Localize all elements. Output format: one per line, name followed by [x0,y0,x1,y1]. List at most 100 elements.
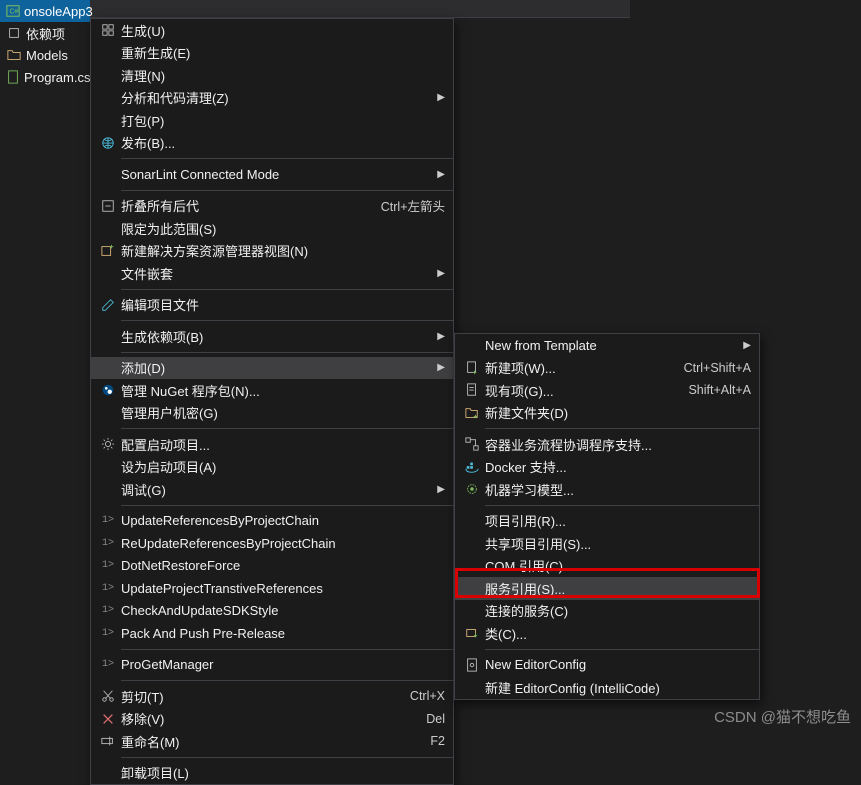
menu-item-label: 服务引用(S)... [485,579,751,598]
menu-item-label: 类(C)... [485,624,751,643]
menu-separator [121,680,453,681]
context-menu-item[interactable]: 1>UpdateProjectTranstiveReferences [91,577,453,600]
new-view-icon [95,244,121,258]
add-submenu-item[interactable]: 现有项(G)...Shift+Alt+A [455,379,759,402]
context-menu-item[interactable]: 1>Pack And Push Pre-Release [91,622,453,645]
add-submenu-item[interactable]: 类(C)... [455,622,759,645]
submenu-arrow-icon: ▶ [433,92,445,103]
add-submenu: New from Template▶新建项(W)...Ctrl+Shift+A现… [454,333,760,700]
add-submenu-item[interactable]: 新建 EditorConfig (IntelliCode) [455,676,759,699]
context-menu-item[interactable]: 清理(N) [91,64,453,87]
menu-item-label: 机器学习模型... [485,480,751,499]
context-menu-item[interactable]: 1>ProGetManager [91,654,453,677]
add-submenu-item[interactable]: 新建文件夹(D) [455,402,759,425]
context-menu-item[interactable]: 1>DotNetRestoreForce [91,555,453,578]
add-submenu-item[interactable]: COM 引用(C)... [455,555,759,578]
context-menu-item[interactable]: 打包(P) [91,109,453,132]
menu-shortcut: Del [410,712,445,726]
tree-item-folder[interactable]: Models [0,44,90,66]
add-submenu-item[interactable]: 连接的服务(C) [455,600,759,623]
context-menu-item[interactable]: 1>ReUpdateReferencesByProjectChain [91,532,453,555]
menu-item-label: 项目引用(R)... [485,511,751,530]
menu-item-label: ProGetManager [121,657,445,672]
csharp-file-icon [6,69,20,85]
menu-shortcut: Ctrl+Shift+A [668,361,751,375]
tree-project-label: onsoleApp3 [24,4,93,19]
menu-item-label: New from Template [485,338,739,353]
menu-item-label: UpdateProjectTranstiveReferences [121,581,445,596]
new-item-icon [459,361,485,375]
context-menu-item[interactable]: SonarLint Connected Mode▶ [91,163,453,186]
tree-item-file[interactable]: Program.cs [0,66,90,88]
context-menu-item[interactable]: 配置启动项目... [91,433,453,456]
menu-item-label: 容器业务流程协调程序支持... [485,435,751,454]
watermark-text: CSDN @猫不想吃鱼 [714,706,851,727]
context-menu-item[interactable]: 调试(G)▶ [91,478,453,501]
add-submenu-item[interactable]: New EditorConfig [455,654,759,677]
menu-separator [485,505,759,506]
add-submenu-item[interactable]: 新建项(W)...Ctrl+Shift+A [455,357,759,380]
menu-item-label: 新建解决方案资源管理器视图(N) [121,241,445,260]
context-menu-item[interactable]: 管理用户机密(G) [91,402,453,425]
submenu-arrow-icon: ▶ [433,362,445,373]
context-menu-item[interactable]: 编辑项目文件 [91,294,453,317]
context-menu-item[interactable]: 分析和代码清理(Z)▶ [91,87,453,110]
context-menu-item[interactable]: 重新生成(E) [91,42,453,65]
menu-item-label: Pack And Push Pre-Release [121,626,445,641]
context-menu-item[interactable]: 文件嵌套▶ [91,262,453,285]
add-submenu-item[interactable]: 服务引用(S)... [455,577,759,600]
editor-tab-bar [90,0,630,18]
context-menu-item[interactable]: 移除(V)Del [91,708,453,731]
tree-project-node[interactable]: C# onsoleApp3 [0,0,90,22]
add-submenu-item[interactable]: Docker 支持... [455,456,759,479]
csharp-project-icon: C# [6,3,20,19]
menu-item-label: 打包(P) [121,111,445,130]
menu-item-label: 编辑项目文件 [121,295,445,314]
menu-item-label: 重新生成(E) [121,43,445,62]
add-submenu-item[interactable]: 共享项目引用(S)... [455,532,759,555]
context-menu-item[interactable]: 新建解决方案资源管理器视图(N) [91,240,453,263]
menu-item-label: SonarLint Connected Mode [121,167,433,182]
menu-shortcut: F2 [414,734,445,748]
context-menu-item[interactable]: 发布(B)... [91,132,453,155]
nuget-icon [95,383,121,397]
menu-separator [121,757,453,758]
context-menu-item[interactable]: 卸载项目(L) [91,762,453,785]
submenu-arrow-icon: ▶ [433,331,445,342]
menu-item-label: New EditorConfig [485,657,751,672]
add-submenu-item[interactable]: 容器业务流程协调程序支持... [455,433,759,456]
menu-item-label: COM 引用(C)... [485,556,751,575]
tree-item-label: Program.cs [24,70,90,85]
menu-item-label: 限定为此范围(S) [121,219,445,238]
menu-item-label: 生成依赖项(B) [121,327,433,346]
project-context-menu: 生成(U)重新生成(E) 清理(N)分析和代码清理(Z)▶打包(P) 发布(B)..… [90,18,454,785]
add-submenu-item[interactable]: 机器学习模型... [455,478,759,501]
context-menu-item[interactable]: 设为启动项目(A) [91,456,453,479]
add-submenu-item[interactable]: New from Template▶ [455,334,759,357]
tree-item-deps[interactable]: 依赖项 [0,22,90,44]
class-icon [459,626,485,640]
context-menu-item[interactable]: 剪切(T)Ctrl+X [91,685,453,708]
context-menu-item[interactable]: 1>CheckAndUpdateSDKStyle [91,600,453,623]
context-menu-item[interactable]: 折叠所有后代Ctrl+左箭头 [91,195,453,218]
context-menu-item[interactable]: 生成依赖项(B)▶ [91,325,453,348]
menu-item-label: 共享项目引用(S)... [485,534,751,553]
submenu-arrow-icon: ▶ [433,484,445,495]
menu-separator [121,505,453,506]
add-submenu-item[interactable]: 项目引用(R)... [455,510,759,533]
build-icon [95,23,121,37]
submenu-arrow-icon: ▶ [433,268,445,279]
context-menu-item[interactable]: 重命名(M)F2 [91,730,453,753]
menu-item-label: 调试(G) [121,480,433,499]
context-menu-item[interactable]: 管理 NuGet 程序包(N)... [91,379,453,402]
submenu-arrow-icon: ▶ [433,169,445,180]
menu-separator [485,428,759,429]
menu-item-label: 新建项(W)... [485,358,668,377]
context-menu-item[interactable]: 1>UpdateReferencesByProjectChain [91,510,453,533]
context-menu-item[interactable]: 限定为此范围(S) [91,217,453,240]
ps: 1> [95,515,121,526]
ps: 1> [95,628,121,639]
ps: 1> [95,605,121,616]
context-menu-item[interactable]: 添加(D)▶ [91,357,453,380]
context-menu-item[interactable]: 生成(U) [91,19,453,42]
